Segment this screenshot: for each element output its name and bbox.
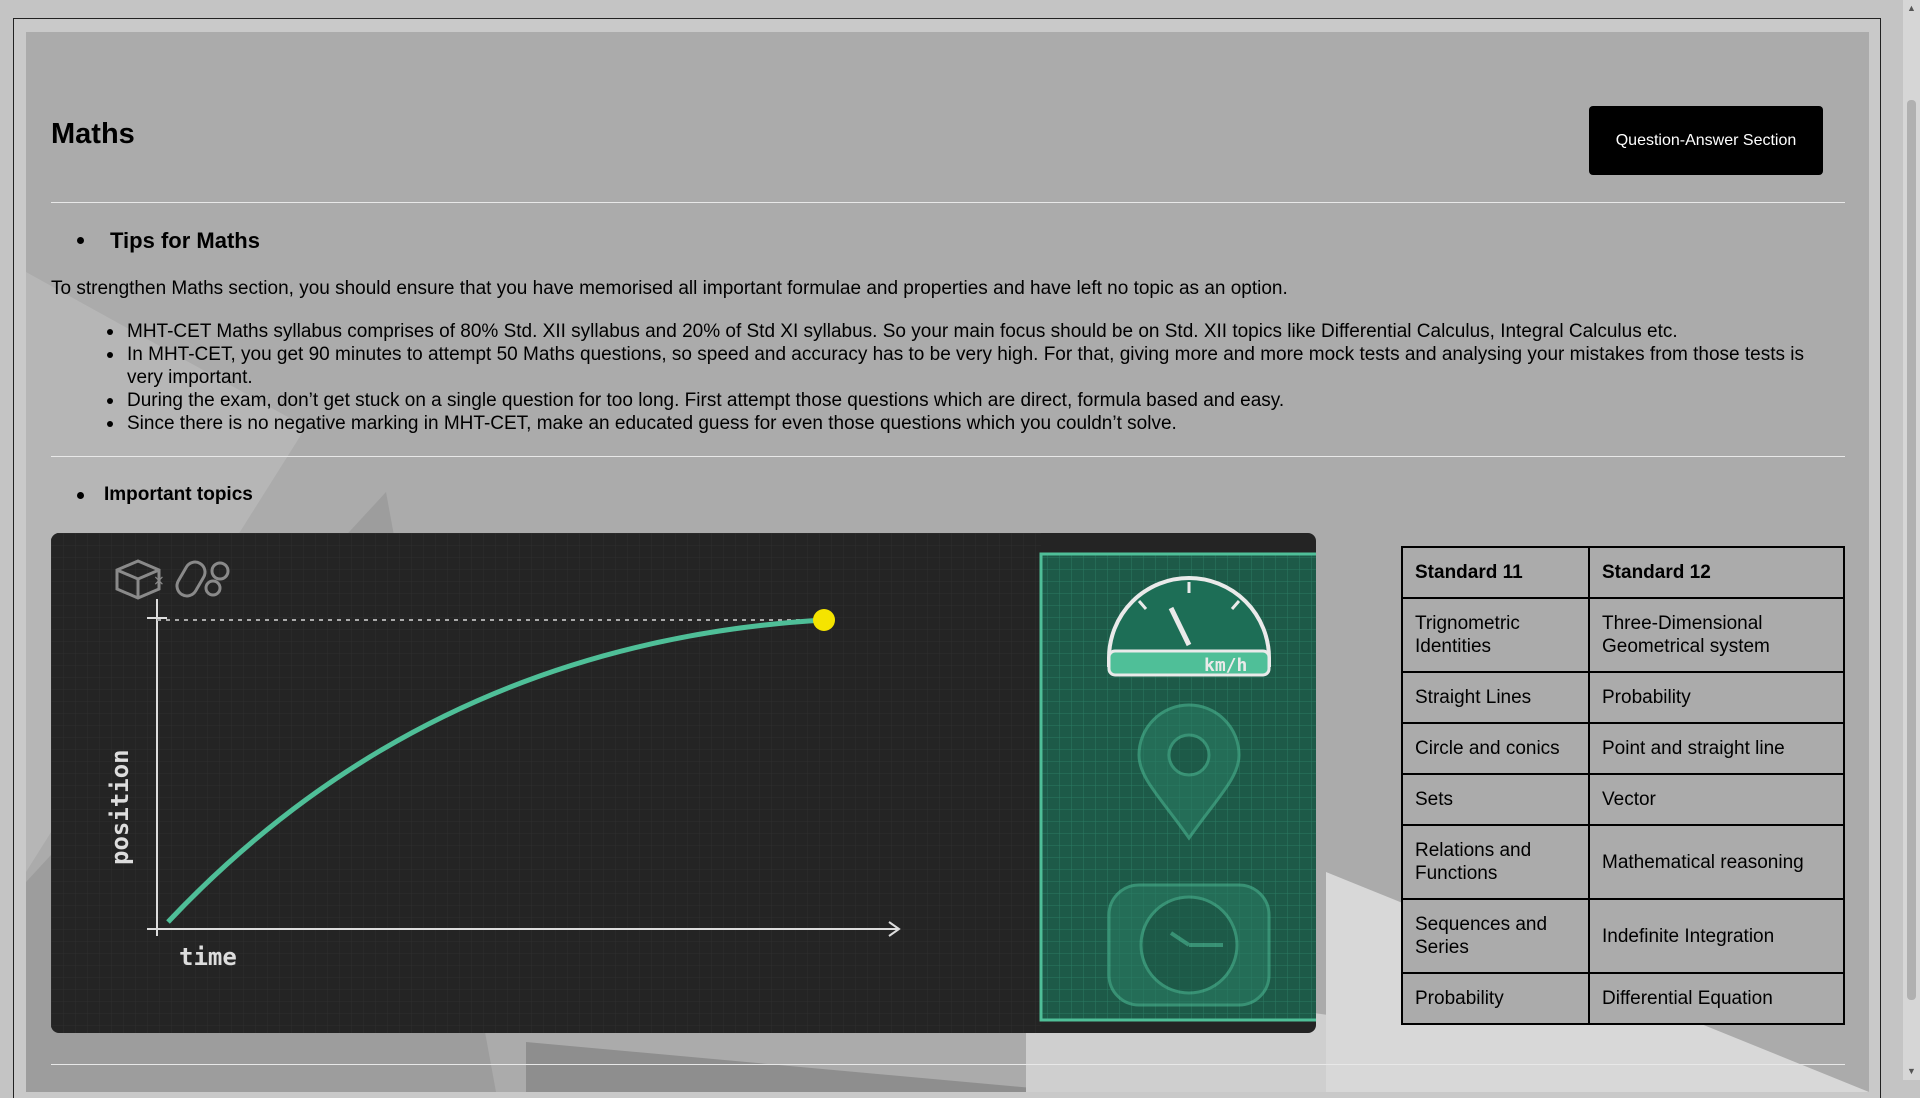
- svg-text:×: ×: [153, 573, 165, 589]
- table-cell: Three-Dimensional Geometrical system: [1588, 597, 1845, 673]
- content-panel: Maths Question-Answer Section Tips for M…: [26, 32, 1869, 1092]
- table-row: Relations and Functions Mathematical rea…: [1401, 824, 1845, 900]
- table-cell: Probability: [1588, 671, 1845, 724]
- tips-intro: To strengthen Maths section, you should …: [51, 278, 1288, 299]
- table-row: Circle and conics Point and straight lin…: [1401, 722, 1845, 775]
- scroll-up-icon[interactable]: ▲: [1903, 0, 1920, 17]
- table-row: Sets Vector: [1401, 773, 1845, 826]
- table-cell: Probability: [1401, 972, 1590, 1025]
- table-cell: Sets: [1401, 773, 1590, 826]
- table-header-cell: Standard 12: [1588, 546, 1845, 599]
- tip-item: Since there is no negative marking in MH…: [103, 412, 1843, 435]
- divider: [51, 1064, 1845, 1065]
- topics-table: Standard 11 Standard 12 Trignometric Ide…: [1401, 546, 1845, 1025]
- divider: [51, 202, 1845, 203]
- bullet-icon: [77, 492, 84, 499]
- table-row: Trignometric Identities Three-Dimensiona…: [1401, 597, 1845, 673]
- scrollbar-thumb[interactable]: [1907, 100, 1916, 1000]
- page-title: Maths: [51, 118, 135, 150]
- vertical-scrollbar[interactable]: ▲ ▼: [1903, 0, 1920, 1080]
- illustration-graphic: × km/h: [51, 533, 1316, 1033]
- curve-endpoint: [813, 609, 835, 631]
- table-cell: Trignometric Identities: [1401, 597, 1590, 673]
- table-row: Sequences and Series Indefinite Integrat…: [1401, 898, 1845, 974]
- tip-item: In MHT-CET, you get 90 minutes to attemp…: [103, 343, 1843, 389]
- tips-heading-text: Tips for Maths: [110, 228, 260, 253]
- table-cell: Point and straight line: [1588, 722, 1845, 775]
- tip-item: During the exam, don’t get stuck on a si…: [103, 389, 1843, 412]
- divider: [51, 456, 1845, 457]
- x-axis-label: time: [179, 943, 237, 971]
- table-header-row: Standard 11 Standard 12: [1401, 546, 1845, 599]
- clock-icon: [1107, 883, 1271, 1007]
- table-row: Probability Differential Equation: [1401, 972, 1845, 1025]
- table-cell: Differential Equation: [1588, 972, 1845, 1025]
- table-cell: Circle and conics: [1401, 722, 1590, 775]
- table-row: Straight Lines Probability: [1401, 671, 1845, 724]
- scroll-down-icon[interactable]: ▼: [1903, 1063, 1920, 1080]
- table-cell: Mathematical reasoning: [1588, 824, 1845, 900]
- table-cell: Sequences and Series: [1401, 898, 1590, 974]
- question-answer-button[interactable]: Question-Answer Section: [1589, 106, 1823, 175]
- topics-heading-text: Important topics: [104, 484, 253, 505]
- table-cell: Straight Lines: [1401, 671, 1590, 724]
- speed-unit-label: km/h: [1204, 655, 1247, 676]
- bullet-icon: [77, 237, 84, 244]
- tip-item: MHT-CET Maths syllabus comprises of 80% …: [103, 320, 1843, 343]
- tips-list: MHT-CET Maths syllabus comprises of 80% …: [103, 320, 1843, 435]
- table-cell: Indefinite Integration: [1588, 898, 1845, 974]
- y-axis-label: position: [106, 749, 134, 865]
- position-time-illustration: × km/h position time: [51, 533, 1316, 1033]
- table-header-cell: Standard 11: [1401, 546, 1590, 599]
- table-cell: Relations and Functions: [1401, 824, 1590, 900]
- table-cell: Vector: [1588, 773, 1845, 826]
